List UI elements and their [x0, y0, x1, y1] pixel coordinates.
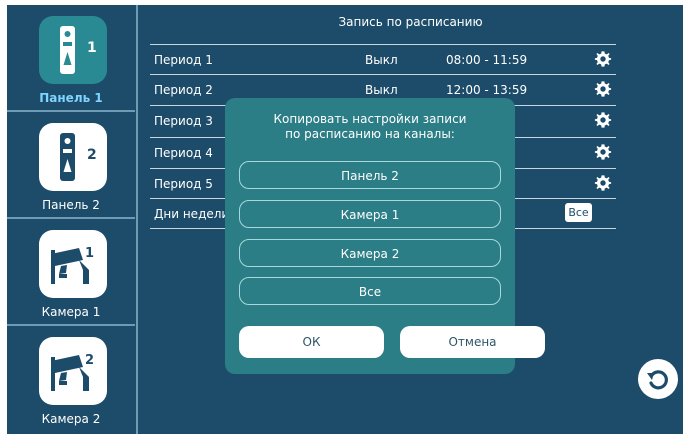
days-of-week-label: Дни недели [154, 207, 230, 221]
channel-number: 1 [85, 246, 95, 261]
channel-panel-2[interactable]: 2 Панель 2 [7, 112, 135, 219]
gear-icon[interactable] [594, 174, 612, 192]
page-title: Запись по расписанию [338, 15, 483, 29]
period-time: 12:00 - 13:59 [446, 83, 528, 97]
period-name: Период 2 [154, 83, 213, 97]
channel-label: Камера 2 [41, 412, 101, 426]
cctv-camera-icon [51, 355, 89, 391]
sidebar-divider [136, 5, 138, 434]
gear-icon[interactable] [594, 50, 612, 68]
gear-icon[interactable] [594, 143, 612, 161]
channel-tile: 1 [39, 230, 107, 298]
row-divider [150, 44, 616, 45]
channel-number: 1 [87, 40, 97, 56]
dialog-message-line: по расписанию на каналы: [285, 127, 455, 141]
period-name: Период 3 [154, 114, 213, 128]
period-name: Период 5 [154, 177, 213, 191]
door-panel-icon [60, 133, 75, 181]
period-time: 08:00 - 11:59 [446, 53, 528, 67]
channel-label: Камера 1 [41, 305, 101, 319]
dialog-message: Копировать настройки записи по расписани… [225, 112, 515, 142]
door-panel-icon [60, 26, 75, 74]
gear-icon[interactable] [594, 111, 612, 129]
copy-settings-dialog: Копировать настройки записи по расписани… [225, 98, 545, 374]
period-status: Выкл [365, 83, 398, 97]
option-all[interactable]: Все [239, 277, 501, 305]
channel-number: 2 [85, 353, 95, 368]
channel-tile: 2 [39, 123, 107, 191]
ok-button[interactable]: ОК [239, 326, 384, 358]
gear-icon[interactable] [594, 80, 612, 98]
channel-label: Панель 2 [42, 198, 100, 212]
row-divider [150, 74, 616, 75]
option-camera-1[interactable]: Камера 1 [239, 200, 501, 228]
undo-icon [647, 370, 668, 390]
channel-sidebar: 1 Панель 1 2 Панель 2 1 Камера 1 2 Камер… [7, 5, 135, 434]
period-name: Период 1 [154, 53, 213, 67]
screen: 1 Панель 1 2 Панель 2 1 Камера 1 2 Камер… [7, 5, 683, 434]
channel-camera-2[interactable]: 2 Камера 2 [7, 326, 135, 433]
days-all-value[interactable]: Все [565, 203, 592, 222]
channel-tile: 2 [39, 337, 107, 405]
channel-number: 2 [87, 147, 97, 163]
channel-label: Панель 1 [39, 91, 103, 105]
channel-camera-1[interactable]: 1 Камера 1 [7, 219, 135, 326]
channel-tile: 1 [39, 16, 107, 84]
period-status: Выкл [365, 53, 398, 67]
back-button[interactable] [638, 359, 678, 399]
cctv-camera-icon [51, 248, 89, 284]
option-panel-2[interactable]: Панель 2 [239, 161, 501, 189]
channel-panel-1[interactable]: 1 Панель 1 [7, 5, 135, 112]
dialog-message-line: Копировать настройки записи [273, 112, 467, 126]
cancel-button[interactable]: Отмена [400, 326, 545, 358]
period-name: Период 4 [154, 146, 213, 160]
option-camera-2[interactable]: Камера 2 [239, 239, 501, 267]
schedule-row[interactable]: Период 1 Выкл 08:00 - 11:59 [150, 44, 616, 74]
